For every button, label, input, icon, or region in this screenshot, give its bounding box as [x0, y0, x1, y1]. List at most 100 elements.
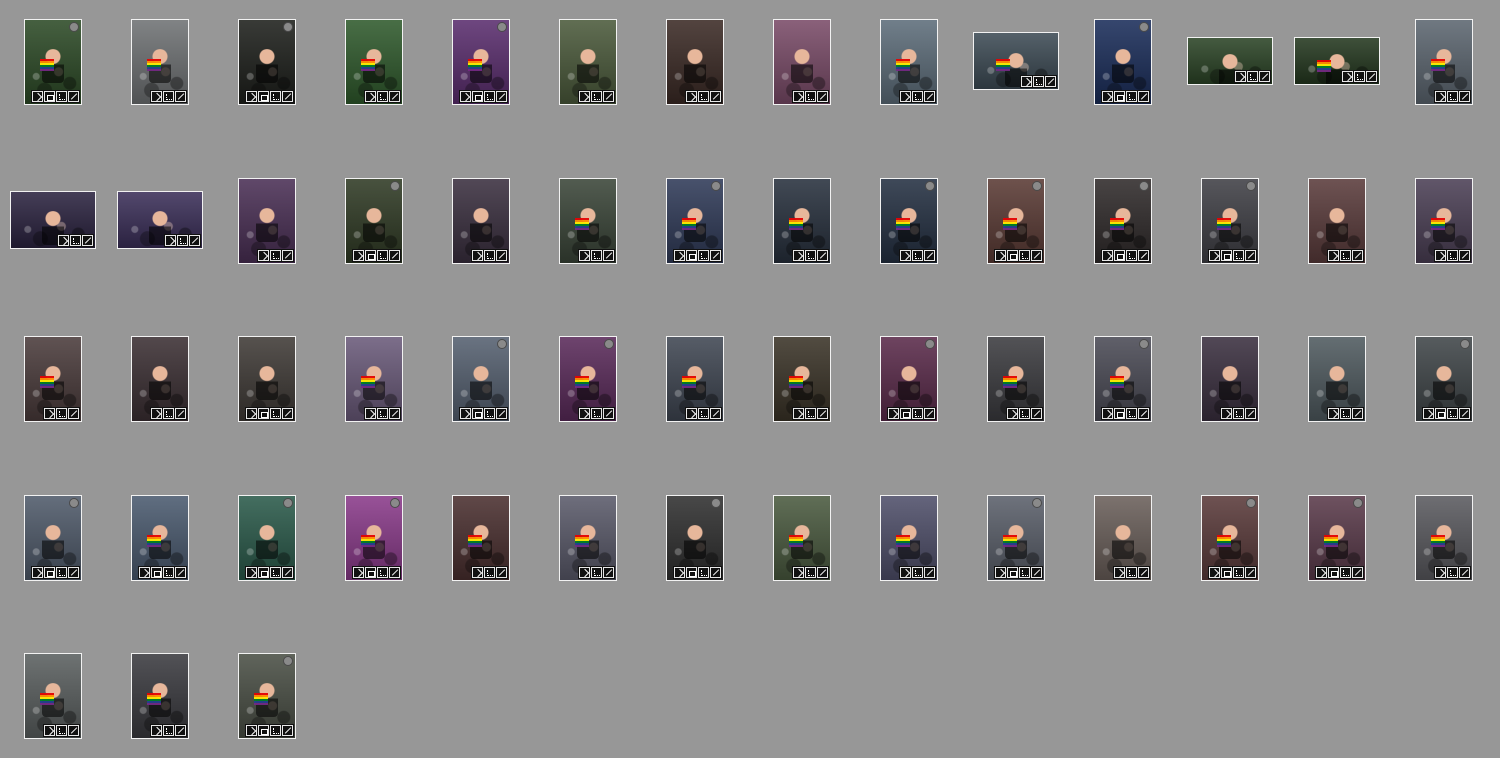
- crop-icon[interactable]: [1126, 249, 1137, 261]
- tag-icon[interactable]: [793, 91, 804, 102]
- adjustments-icon[interactable]: [924, 91, 935, 102]
- tag-icon[interactable]: [58, 234, 69, 246]
- adjustments-icon[interactable]: [924, 566, 935, 578]
- tag-icon[interactable]: [888, 408, 899, 419]
- crop-icon[interactable]: [912, 566, 923, 578]
- crop-icon[interactable]: [163, 408, 174, 419]
- tag-icon[interactable]: [1342, 71, 1353, 82]
- selection-circle-icon[interactable]: [283, 22, 293, 32]
- selection-circle-icon[interactable]: [1139, 22, 1149, 32]
- tag-icon[interactable]: [32, 91, 43, 102]
- photo-thumbnail[interactable]: [1415, 19, 1473, 105]
- photo-thumbnail[interactable]: [773, 336, 831, 422]
- tag-icon[interactable]: [1102, 91, 1113, 102]
- stack-icon[interactable]: [44, 566, 55, 578]
- tag-icon[interactable]: [246, 725, 257, 736]
- adjustments-icon[interactable]: [710, 249, 721, 261]
- adjustments-icon[interactable]: [1245, 566, 1256, 578]
- adjustments-icon[interactable]: [1245, 249, 1256, 261]
- crop-icon[interactable]: [70, 234, 81, 246]
- photo-thumbnail[interactable]: [452, 177, 510, 264]
- crop-icon[interactable]: [1233, 249, 1244, 261]
- stack-icon[interactable]: [472, 408, 483, 419]
- selection-circle-icon[interactable]: [390, 497, 400, 508]
- crop-icon[interactable]: [805, 249, 816, 261]
- crop-icon[interactable]: [1447, 566, 1458, 578]
- selection-circle-icon[interactable]: [69, 22, 79, 32]
- crop-icon[interactable]: [56, 566, 67, 578]
- adjustments-icon[interactable]: [603, 249, 614, 261]
- adjustments-icon[interactable]: [389, 566, 400, 578]
- crop-icon[interactable]: [591, 408, 602, 419]
- selection-circle-icon[interactable]: [283, 656, 293, 666]
- crop-icon[interactable]: [805, 408, 816, 419]
- crop-icon[interactable]: [56, 408, 67, 419]
- tag-icon[interactable]: [900, 249, 911, 261]
- adjustments-icon[interactable]: [817, 249, 828, 261]
- adjustments-icon[interactable]: [1045, 76, 1056, 87]
- adjustments-icon[interactable]: [817, 91, 828, 102]
- adjustments-icon[interactable]: [282, 725, 293, 736]
- selection-circle-icon[interactable]: [1353, 497, 1363, 508]
- adjustments-icon[interactable]: [1366, 71, 1377, 82]
- photo-thumbnail[interactable]: [880, 494, 938, 581]
- crop-icon[interactable]: [270, 725, 281, 736]
- tag-icon[interactable]: [44, 725, 55, 736]
- stack-icon[interactable]: [1007, 566, 1018, 578]
- adjustments-icon[interactable]: [817, 566, 828, 578]
- photo-thumbnail[interactable]: [1415, 336, 1473, 422]
- tag-icon[interactable]: [1435, 249, 1446, 261]
- adjustments-icon[interactable]: [1352, 408, 1363, 419]
- photo-thumbnail[interactable]: [666, 177, 724, 264]
- tag-icon[interactable]: [44, 408, 55, 419]
- tag-icon[interactable]: [246, 91, 257, 102]
- photo-thumbnail[interactable]: [1201, 177, 1259, 264]
- tag-icon[interactable]: [686, 408, 697, 419]
- selection-circle-icon[interactable]: [1460, 339, 1470, 349]
- tag-icon[interactable]: [900, 91, 911, 102]
- crop-icon[interactable]: [1354, 71, 1365, 82]
- adjustments-icon[interactable]: [710, 408, 721, 419]
- crop-icon[interactable]: [1340, 249, 1351, 261]
- crop-icon[interactable]: [805, 91, 816, 102]
- crop-icon[interactable]: [1447, 408, 1458, 419]
- crop-icon[interactable]: [805, 566, 816, 578]
- selection-circle-icon[interactable]: [925, 339, 935, 349]
- adjustments-icon[interactable]: [1031, 566, 1042, 578]
- crop-icon[interactable]: [1247, 71, 1258, 82]
- tag-icon[interactable]: [1221, 408, 1232, 419]
- photo-thumbnail[interactable]: [1415, 494, 1473, 581]
- photo-thumbnail[interactable]: [559, 494, 617, 581]
- stack-icon[interactable]: [686, 566, 697, 578]
- crop-icon[interactable]: [1126, 408, 1137, 419]
- photo-thumbnail[interactable]: [559, 177, 617, 264]
- crop-icon[interactable]: [270, 249, 281, 261]
- crop-icon[interactable]: [698, 566, 709, 578]
- selection-circle-icon[interactable]: [390, 180, 400, 191]
- stack-icon[interactable]: [472, 91, 483, 102]
- stack-icon[interactable]: [258, 566, 269, 578]
- stack-icon[interactable]: [151, 566, 162, 578]
- stack-icon[interactable]: [900, 408, 911, 419]
- tag-icon[interactable]: [579, 408, 590, 419]
- photo-thumbnail[interactable]: [131, 19, 189, 105]
- crop-icon[interactable]: [1233, 408, 1244, 419]
- tag-icon[interactable]: [1209, 249, 1220, 261]
- selection-circle-icon[interactable]: [711, 497, 721, 508]
- crop-icon[interactable]: [270, 91, 281, 102]
- crop-icon[interactable]: [484, 566, 495, 578]
- photo-thumbnail[interactable]: [117, 190, 203, 249]
- photo-thumbnail[interactable]: [987, 177, 1045, 264]
- tag-icon[interactable]: [1102, 249, 1113, 261]
- crop-icon[interactable]: [1019, 566, 1030, 578]
- photo-thumbnail[interactable]: [666, 494, 724, 581]
- photo-thumbnail[interactable]: [987, 336, 1045, 422]
- adjustments-icon[interactable]: [82, 234, 93, 246]
- crop-icon[interactable]: [1033, 76, 1044, 87]
- crop-icon[interactable]: [270, 566, 281, 578]
- selection-circle-icon[interactable]: [69, 497, 79, 508]
- adjustments-icon[interactable]: [1138, 408, 1149, 419]
- tag-icon[interactable]: [246, 566, 257, 578]
- photo-thumbnail[interactable]: [24, 494, 82, 581]
- photo-thumbnail[interactable]: [345, 177, 403, 264]
